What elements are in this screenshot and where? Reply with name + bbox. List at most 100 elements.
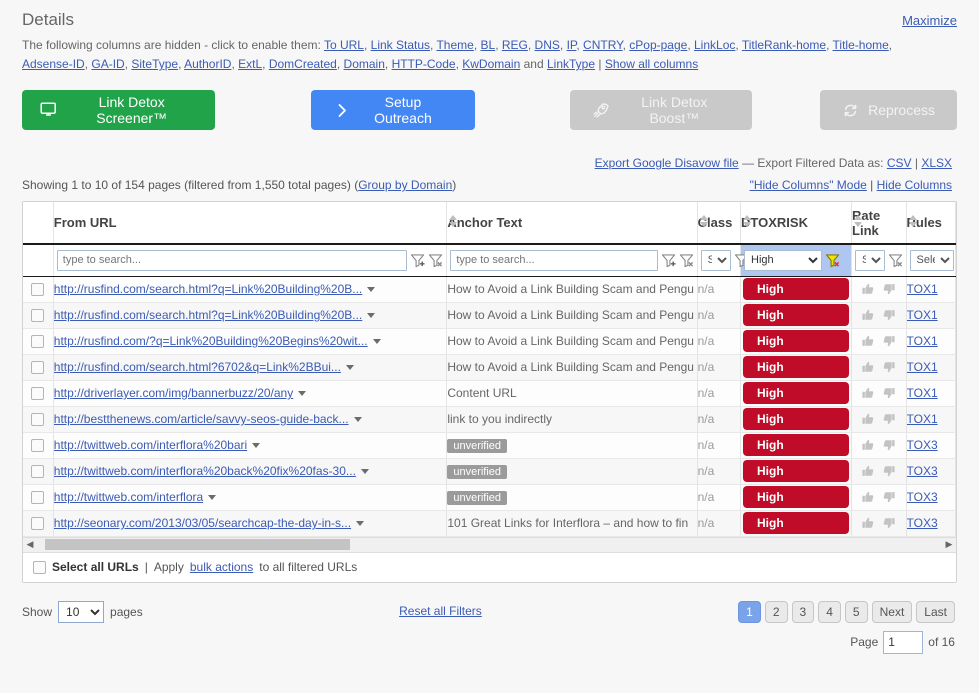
page-button-5[interactable]: 5 [844,600,868,623]
rules-link[interactable]: TOX3 [907,438,938,452]
row-menu-caret-icon[interactable] [353,417,362,423]
row-checkbox[interactable] [31,439,45,453]
hidden-column-reg[interactable]: REG [502,38,528,52]
row-checkbox[interactable] [31,283,45,297]
scrollbar-track[interactable] [37,538,942,551]
link-detox-screener-button[interactable]: Link Detox Screener™ [22,90,216,130]
sort-arrows-icon[interactable] [908,213,918,229]
thumbs-down-icon[interactable] [882,412,896,426]
hidden-column-link-status[interactable]: Link Status [371,38,430,52]
page-size-select[interactable]: 10 [58,600,105,623]
hidden-column-title-home[interactable]: Title-home [833,38,889,52]
group-by-domain-link[interactable]: Group by Domain [358,178,452,192]
rules-filter-select[interactable]: Select [909,249,954,271]
thumbs-up-icon[interactable] [861,334,875,348]
header-rate-link[interactable]: Rate Link [851,202,907,245]
row-menu-caret-icon[interactable] [252,443,261,449]
from-url-link[interactable]: http://twittweb.com/interflora%20bari [54,438,247,452]
from-url-link[interactable]: http://rusfind.com/search.html?6702&q=Li… [54,360,341,374]
filter-clear-icon[interactable] [428,253,443,268]
sort-arrows-icon[interactable] [854,213,863,229]
header-class[interactable]: Class [697,202,742,245]
thumbs-down-icon[interactable] [882,464,896,478]
class-filter-select[interactable]: Se [700,249,731,271]
export-xlsx-link[interactable]: XLSX [921,156,952,170]
thumbs-up-icon[interactable] [861,386,875,400]
thumbs-down-icon[interactable] [882,516,896,530]
thumbs-up-icon[interactable] [861,464,875,478]
from-url-link[interactable]: http://twittweb.com/interflora%20back%20… [54,464,356,478]
hidden-column-kwdomain[interactable]: KwDomain [462,57,520,71]
filter-add-icon[interactable] [410,253,425,268]
anchor-text-search-input[interactable] [450,249,658,271]
hidden-column-titlerank-home[interactable]: TitleRank-home [742,38,826,52]
thumbs-up-icon[interactable] [861,412,875,426]
hidden-column-dns[interactable]: DNS [535,38,560,52]
hidden-column-cntry[interactable]: CNTRY [583,38,623,52]
row-menu-caret-icon[interactable] [372,339,381,345]
rules-link[interactable]: TOX3 [907,516,938,530]
rules-link[interactable]: TOX3 [907,490,938,504]
select-all-checkbox[interactable] [33,560,46,574]
row-checkbox[interactable] [31,465,45,479]
page-number-input[interactable] [883,630,924,654]
thumbs-up-icon[interactable] [861,438,875,452]
header-from-url[interactable]: From URL [53,202,448,245]
export-disavow-link[interactable]: Export Google Disavow file [595,156,739,170]
thumbs-up-icon[interactable] [861,490,875,504]
sort-arrows-icon[interactable] [699,213,709,229]
page-button-4[interactable]: 4 [818,600,841,623]
hidden-column-ip[interactable]: IP [567,38,577,52]
scroll-right-icon[interactable]: ▶ [942,539,956,550]
hidden-column-domain[interactable]: Domain [344,57,385,71]
rules-link[interactable]: TOX1 [907,412,938,426]
from-url-link[interactable]: http://rusfind.com/search.html?q=Link%20… [54,282,363,296]
page-button-2[interactable]: 2 [764,600,788,623]
header-dtoxrisk[interactable]: DTOXRISK [740,202,853,245]
row-checkbox[interactable] [31,491,45,505]
show-all-columns-link[interactable]: Show all columns [605,57,698,71]
thumbs-down-icon[interactable] [882,308,896,322]
row-menu-caret-icon[interactable] [356,521,365,527]
setup-outreach-button[interactable]: Setup Outreach [311,90,475,130]
row-checkbox[interactable] [31,387,45,401]
hidden-column-linkloc[interactable]: LinkLoc [694,38,735,52]
scroll-left-icon[interactable]: ◀ [23,539,37,550]
hidden-column-authorid[interactable]: AuthorID [184,57,231,71]
from-url-link[interactable]: http://seonary.com/2013/03/05/searchcap-… [54,516,351,530]
scrollbar-thumb[interactable] [45,539,350,550]
page-button-3[interactable]: 3 [791,600,815,623]
row-checkbox[interactable] [31,335,45,349]
thumbs-down-icon[interactable] [882,386,896,400]
sort-arrows-icon[interactable] [449,213,458,229]
hidden-column-http-code[interactable]: HTTP-Code [392,57,456,71]
hidden-column-sitetype[interactable]: SiteType [131,57,178,71]
row-menu-caret-icon[interactable] [298,391,307,397]
filter-clear-icon[interactable] [679,253,694,268]
row-menu-caret-icon[interactable] [367,313,376,319]
row-checkbox[interactable] [31,517,45,531]
hidden-column-ga-id[interactable]: GA-ID [91,57,124,71]
row-menu-caret-icon[interactable] [208,495,217,501]
hidden-column-bl[interactable]: BL [481,38,496,52]
rules-link[interactable]: TOX1 [907,360,938,374]
export-csv-link[interactable]: CSV [887,156,912,170]
thumbs-down-icon[interactable] [882,438,896,452]
dtoxrisk-filter-select[interactable]: High [744,249,823,271]
thumbs-down-icon[interactable] [882,490,896,504]
next-page-button[interactable]: Next [871,600,913,623]
reset-all-filters-link[interactable]: Reset all Filters [399,604,482,618]
row-menu-caret-icon[interactable] [360,469,369,475]
rules-link[interactable]: TOX1 [907,334,938,348]
row-checkbox[interactable] [31,361,45,375]
hide-columns-mode-link[interactable]: "Hide Columns" Mode [750,178,867,192]
row-menu-caret-icon[interactable] [367,287,376,293]
maximize-link[interactable]: Maximize [902,13,957,28]
thumbs-down-icon[interactable] [882,360,896,374]
sort-arrows-icon[interactable] [743,213,752,229]
rules-link[interactable]: TOX1 [907,386,938,400]
thumbs-up-icon[interactable] [861,282,875,296]
row-checkbox[interactable] [31,413,45,427]
from-url-search-input[interactable] [56,249,408,271]
horizontal-scrollbar[interactable]: ◀ ▶ [23,536,956,552]
